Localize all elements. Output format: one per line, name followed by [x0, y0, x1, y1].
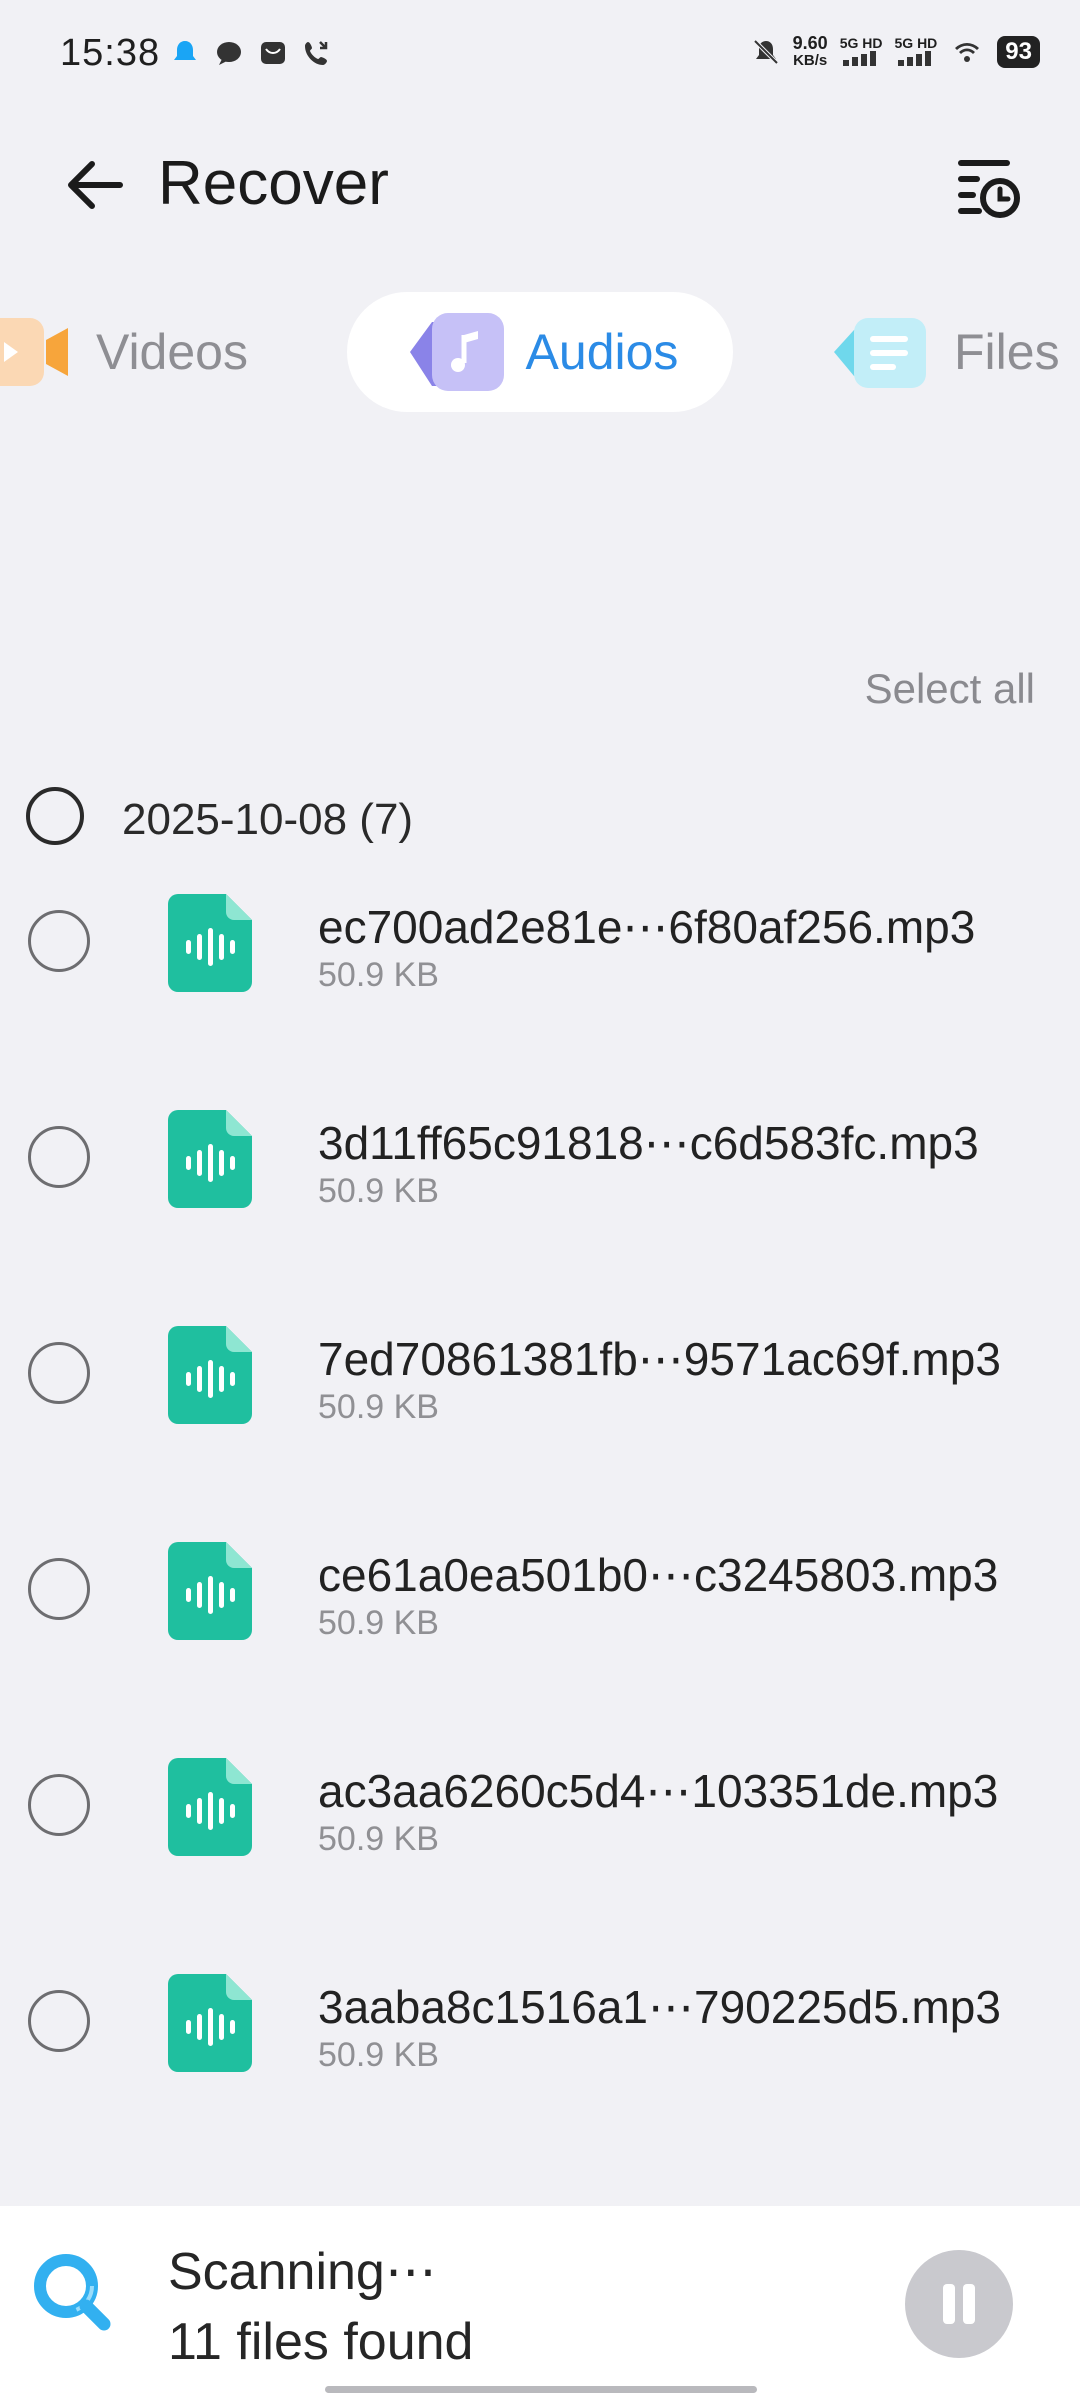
chat-bubble-icon	[217, 42, 241, 65]
group-date-label: 2025-10-08 (7)	[122, 795, 414, 844]
tab-audios[interactable]: Audios	[347, 292, 733, 412]
recovery-history-icon[interactable]	[950, 150, 1022, 222]
file-size: 50.9 KB	[318, 956, 439, 994]
file-checkbox[interactable]	[28, 1558, 90, 1620]
file-size: 50.9 KB	[318, 1172, 439, 1210]
file-name: 3d11ff65c91818⋯c6d583fc.mp3	[318, 1117, 979, 1169]
tab-audios-label: Audios	[525, 324, 679, 380]
file-row[interactable]: ec700ad2e81e⋯6f80af256.mp3 50.9 KB	[0, 878, 1080, 1094]
qq-bell-icon	[174, 41, 196, 60]
tab-videos-label: Videos	[96, 324, 248, 380]
file-checkbox[interactable]	[28, 1342, 90, 1404]
file-row[interactable]: ce61a0ea501b0⋯c3245803.mp3 50.9 KB	[0, 1526, 1080, 1742]
tab-files-label: Files	[954, 324, 1060, 380]
audio-file-icon	[168, 1110, 252, 1208]
file-checkbox[interactable]	[28, 1126, 90, 1188]
tab-videos[interactable]: Videos	[0, 292, 248, 412]
signal-2-label: 5G HD	[894, 35, 938, 51]
document-icon	[834, 318, 926, 388]
page-title: Recover	[158, 149, 389, 218]
audio-file-icon	[168, 1542, 252, 1640]
video-icon	[0, 318, 68, 386]
file-name: ce61a0ea501b0⋯c3245803.mp3	[318, 1549, 999, 1601]
scan-status-bar: Scanning⋯ 11 files found	[0, 2206, 1080, 2400]
signal-1: 5G HD	[840, 36, 883, 68]
audio-file-icon	[168, 1974, 252, 2072]
scan-status-text: Scanning⋯	[168, 2243, 437, 2301]
file-checkbox[interactable]	[28, 910, 90, 972]
notification-icons	[170, 38, 332, 68]
network-speed: 9.60 KB/s	[793, 34, 828, 70]
speed-value: 9.60	[792, 33, 828, 53]
recover-screen: 15:38 9.60 KB/s 5G HD 5G HD 93 Recover V…	[0, 0, 1080, 2400]
file-row[interactable]: 3d11ff65c91818⋯c6d583fc.mp3 50.9 KB	[0, 1094, 1080, 1310]
audio-file-icon	[168, 894, 252, 992]
file-row[interactable]: ac3aa6260c5d4⋯103351de.mp3 50.9 KB	[0, 1742, 1080, 1958]
signal-2: 5G HD	[894, 35, 938, 68]
music-note-icon	[409, 313, 504, 391]
audio-file-icon	[168, 1758, 252, 1856]
tab-files[interactable]: Files	[830, 292, 1060, 412]
signal-bars-icon	[843, 51, 877, 66]
signal-bars-icon	[897, 51, 931, 66]
select-all-button[interactable]: Select all	[865, 665, 1035, 713]
group-checkbox[interactable]	[26, 787, 84, 845]
missed-call-icon	[305, 41, 328, 65]
file-size: 50.9 KB	[318, 2036, 439, 2074]
signal-1-label: 5G HD	[839, 35, 883, 51]
wifi-icon	[955, 43, 980, 62]
category-tabs: Videos Audios Files	[0, 292, 1080, 412]
audio-file-icon	[168, 1326, 252, 1424]
file-size: 50.9 KB	[318, 1388, 439, 1426]
speed-unit: KB/s	[793, 52, 828, 69]
back-arrow-icon[interactable]	[60, 150, 130, 220]
file-size: 50.9 KB	[318, 1820, 439, 1858]
files-found-count: 11 files found	[168, 2313, 474, 2371]
home-indicator[interactable]	[325, 2386, 757, 2393]
file-row[interactable]: 7ed70861381fb⋯9571ac69f.mp3 50.9 KB	[0, 1310, 1080, 1526]
file-row[interactable]: 3aaba8c1516a1⋯790225d5.mp3 50.9 KB	[0, 1958, 1080, 2174]
mute-bell-icon	[753, 39, 779, 65]
status-time: 15:38	[60, 32, 161, 74]
file-name: ec700ad2e81e⋯6f80af256.mp3	[318, 901, 976, 953]
battery-level: 93	[997, 36, 1040, 68]
file-name: 3aaba8c1516a1⋯790225d5.mp3	[318, 1981, 1001, 2033]
magnifier-icon	[34, 2254, 111, 2331]
file-checkbox[interactable]	[28, 1774, 90, 1836]
file-name: ac3aa6260c5d4⋯103351de.mp3	[318, 1765, 999, 1817]
file-size: 50.9 KB	[318, 1604, 439, 1642]
inbox-icon	[261, 42, 285, 64]
file-checkbox[interactable]	[28, 1990, 90, 2052]
file-name: 7ed70861381fb⋯9571ac69f.mp3	[318, 1333, 1001, 1385]
system-indicators: 9.60 KB/s 5G HD 5G HD 93	[751, 34, 1040, 70]
pause-scan-button[interactable]	[905, 2250, 1013, 2358]
status-bar: 15:38 9.60 KB/s 5G HD 5G HD 93	[0, 0, 1080, 110]
